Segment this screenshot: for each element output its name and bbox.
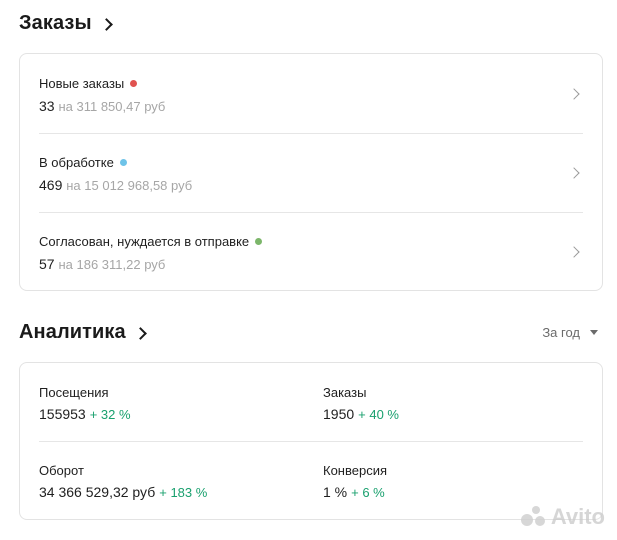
metric-turnover: Оборот 34 366 529,32 руб + 183 % bbox=[39, 463, 207, 500]
order-status-label: Согласован, нуждается в отправке bbox=[39, 234, 250, 249]
metric-visits: Посещения 155953 + 32 % bbox=[39, 385, 131, 422]
orders-section-link[interactable]: Заказы bbox=[19, 12, 113, 35]
watermark-text: Avito bbox=[550, 504, 605, 529]
analytics-title: Аналитика bbox=[19, 321, 126, 343]
period-select-value: За год bbox=[542, 325, 580, 340]
avito-watermark: Avito bbox=[520, 504, 605, 530]
status-dot-blue bbox=[119, 159, 127, 166]
period-select[interactable]: За год bbox=[542, 325, 598, 340]
order-count: 57 bbox=[39, 256, 55, 272]
caret-down-icon bbox=[590, 330, 598, 335]
order-status-label: Новые заказы bbox=[39, 76, 125, 91]
orders-card: Новые заказы 33 на 311 850,47 руб В обра… bbox=[19, 53, 603, 291]
order-status-label: В обработке bbox=[39, 155, 114, 170]
metric-orders: Заказы 1950 + 40 % bbox=[323, 385, 399, 422]
divider bbox=[39, 441, 583, 442]
status-dot-red bbox=[130, 80, 138, 87]
metric-label: Оборот bbox=[39, 463, 84, 478]
order-amount: на 15 012 968,58 руб bbox=[66, 178, 193, 193]
order-amount: на 186 311,22 руб bbox=[58, 257, 166, 272]
metric-label: Конверсия bbox=[323, 463, 388, 478]
analytics-card: Посещения 155953 + 32 % Заказы 1950 + 40 %… bbox=[19, 362, 603, 520]
metric-value: 34 366 529,32 руб bbox=[39, 484, 156, 500]
metric-delta: + 40 % bbox=[358, 407, 399, 422]
order-row-new[interactable]: Новые заказы 33 на 311 850,47 руб bbox=[20, 54, 602, 133]
status-dot-green bbox=[255, 238, 263, 245]
metric-label: Посещения bbox=[39, 385, 109, 400]
metric-value: 1 % bbox=[323, 484, 348, 500]
chevron-right-icon bbox=[99, 17, 113, 31]
orders-title: Заказы bbox=[19, 12, 92, 34]
order-count: 33 bbox=[39, 98, 55, 114]
metric-label: Заказы bbox=[323, 385, 367, 400]
analytics-section-link[interactable]: Аналитика bbox=[19, 321, 147, 344]
metric-value: 1950 bbox=[323, 406, 355, 422]
metric-delta: + 32 % bbox=[89, 407, 131, 422]
order-amount: на 311 850,47 руб bbox=[58, 99, 166, 114]
avito-logo-icon bbox=[520, 506, 547, 528]
order-row-processing[interactable]: В обработке 469 на 15 012 968,58 руб bbox=[20, 133, 602, 212]
chevron-right-icon bbox=[133, 326, 147, 340]
metric-value: 155953 bbox=[39, 406, 86, 422]
order-row-needs-shipping[interactable]: Согласован, нуждается в отправке 57 на 1… bbox=[20, 212, 602, 291]
metric-delta: + 183 % bbox=[159, 485, 208, 500]
metric-conversion: Конверсия 1 % + 6 % bbox=[323, 463, 387, 500]
order-count: 469 bbox=[39, 177, 63, 193]
metric-delta: + 6 % bbox=[351, 485, 385, 500]
